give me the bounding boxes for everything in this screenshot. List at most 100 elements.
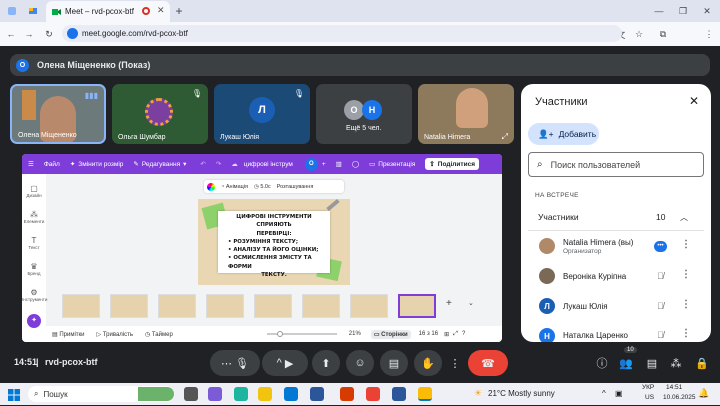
weather-text[interactable]: 21°C Mostly sunny xyxy=(488,389,555,398)
tray-chevron-icon[interactable]: ^ xyxy=(602,389,606,398)
maximize-icon[interactable]: ❐ xyxy=(676,4,690,18)
reload-icon[interactable]: ↻ xyxy=(42,27,56,41)
slide-thumbnail[interactable] xyxy=(62,294,100,318)
bookmark-star-icon[interactable]: ☆ xyxy=(632,27,646,41)
present-screen-button[interactable]: ⬆ xyxy=(312,350,340,376)
fullscreen-icon[interactable]: ⤢ xyxy=(453,331,458,338)
tray-app-icon[interactable]: ▣ xyxy=(615,389,623,398)
word-icon[interactable] xyxy=(310,387,324,401)
more-options-button[interactable]: ⋮ xyxy=(448,350,462,376)
camera-button[interactable]: ^ ▶ xyxy=(262,350,308,376)
doc-title[interactable]: цифрові інструм xyxy=(244,161,293,168)
taskbar-clock-time[interactable]: 14:51 xyxy=(666,384,682,391)
tile-olga[interactable]: 🎙 Ольга Шумбар xyxy=(112,84,208,144)
more-options-bubble-icon[interactable]: ••• xyxy=(654,241,667,252)
chrome-icon[interactable] xyxy=(418,387,432,401)
activities-button[interactable]: ⁂ xyxy=(662,350,690,376)
add-page-icon[interactable]: + xyxy=(446,298,452,309)
more-vert-icon[interactable]: ⋮ xyxy=(681,299,691,310)
notes-button[interactable]: ▤ Примітки xyxy=(52,331,85,338)
brand-tab[interactable]: ♛ Бренд xyxy=(22,262,46,276)
zoom-slider-handle[interactable] xyxy=(276,331,283,337)
close-panel-icon[interactable]: ✕ xyxy=(689,94,699,108)
people-button[interactable]: 👥 10 xyxy=(612,347,640,376)
slide-thumbnail[interactable] xyxy=(350,294,388,318)
search-input[interactable]: Поиск пользователей xyxy=(551,160,641,170)
raise-hand-button[interactable]: ✋ xyxy=(414,350,442,376)
edge-icon[interactable] xyxy=(234,387,248,401)
comments-icon[interactable]: ◯ xyxy=(352,160,359,168)
host-controls-button[interactable]: 🔒 xyxy=(688,350,716,376)
taskbar-search[interactable]: ⌕ Пошук xyxy=(28,386,174,402)
tools-tab[interactable]: ⚙ Інструменти xyxy=(22,288,47,302)
slide-thumbnail[interactable] xyxy=(110,294,148,318)
design-tab[interactable]: ▢ Дизайн xyxy=(22,184,46,198)
close-tab-icon[interactable]: ✕ xyxy=(157,5,165,16)
minimize-icon[interactable]: — xyxy=(652,4,666,18)
microphone-button[interactable]: ⋯ 🎙 xyxy=(210,350,260,376)
canva-menu-icon[interactable]: ☰ xyxy=(28,160,34,168)
help-icon[interactable]: ? xyxy=(462,331,465,337)
grid-view-icon[interactable]: ⊞ xyxy=(444,331,449,338)
tab-group-icon[interactable] xyxy=(26,4,40,18)
new-tab-icon[interactable]: + xyxy=(172,4,186,18)
captions-button[interactable]: ▤ xyxy=(380,350,408,376)
tile-lukash[interactable]: Л 🎙 Лукаш Юлія xyxy=(214,84,310,144)
slide-thumbnail[interactable] xyxy=(254,294,292,318)
slide-text-card[interactable]: ЦИФРОВІ ІНСТРУМЕНТИ СПРИЯЮТЬ ПЕРЕВІРЦІ: … xyxy=(218,211,330,278)
slide-thumbnail[interactable] xyxy=(206,294,244,318)
active-tab[interactable]: Meet – rvd-pcox-btf ✕ xyxy=(46,1,170,22)
site-info-icon[interactable] xyxy=(67,28,78,39)
emoji-button[interactable]: ☺ xyxy=(346,350,374,376)
more-vert-icon[interactable]: ⋮ xyxy=(681,269,691,280)
projects-tab[interactable]: ✦ xyxy=(22,314,46,328)
back-icon[interactable]: ← xyxy=(4,27,18,41)
participant-row[interactable]: Вероніка Куріпна 🎙̸ ⋮ xyxy=(521,262,711,290)
url-field[interactable]: meet.google.com/rvd-pcox-btf xyxy=(62,25,622,42)
elements-tab[interactable]: ⁂ Елементи xyxy=(22,210,46,224)
store-icon[interactable] xyxy=(284,387,298,401)
more-audio-icon[interactable]: ⋯ xyxy=(221,357,232,370)
notifications-icon[interactable]: 🔔 xyxy=(698,388,709,399)
taskbar-clock-date[interactable]: 10.06.2025 xyxy=(663,394,696,401)
participants-group-header[interactable]: Участники 10 ︿ xyxy=(528,204,704,230)
undo-icon[interactable]: ↶ xyxy=(200,160,205,168)
collaborator-avatar[interactable]: О xyxy=(304,157,318,171)
duration-bar-button[interactable]: ▷ Тривалість xyxy=(97,331,133,338)
more-vert-icon[interactable]: ⋮ xyxy=(681,239,691,250)
search-field[interactable]: ⌕ Поиск пользователей xyxy=(528,152,704,177)
cloud-save-icon[interactable]: ☁ xyxy=(231,160,238,168)
redo-icon[interactable]: ↷ xyxy=(216,160,221,168)
tab-menu-icon[interactable] xyxy=(5,4,19,18)
leave-call-button[interactable]: ☎ xyxy=(468,350,508,376)
tile-olena[interactable]: ▮▮▮ Олена Міщененко xyxy=(10,84,106,144)
pages-button[interactable]: ▭ Сторінки xyxy=(370,329,411,339)
slide-thumbnail[interactable] xyxy=(158,294,196,318)
task-view-icon[interactable] xyxy=(184,387,198,401)
file-menu[interactable]: Файл xyxy=(44,161,60,168)
extensions-icon[interactable]: ⧉ xyxy=(656,27,670,41)
file-explorer-icon[interactable] xyxy=(258,387,272,401)
chevron-up-icon[interactable]: ︿ xyxy=(680,212,688,223)
browser-menu-icon[interactable]: ⋮ xyxy=(702,27,716,41)
participant-row[interactable]: Natalia Himera (вы) Организатор ••• ⋮ xyxy=(521,232,711,260)
word-doc-icon[interactable] xyxy=(392,387,406,401)
chevron-up-icon[interactable]: ^ xyxy=(277,357,282,369)
zoom-level[interactable]: 21% xyxy=(349,331,361,337)
color-picker-icon[interactable] xyxy=(207,182,215,191)
mic-off-icon[interactable]: 🎙̸ xyxy=(657,271,664,281)
position-button[interactable]: Розташування xyxy=(277,184,314,190)
opera-icon[interactable] xyxy=(340,387,354,401)
windows-start-icon[interactable] xyxy=(8,388,20,401)
chrome-profile-icon[interactable] xyxy=(366,387,380,401)
timer-button[interactable]: ◷ Таймер xyxy=(145,331,173,338)
slide-thumbnail-selected[interactable] xyxy=(398,294,436,318)
text-tab[interactable]: T Текст xyxy=(22,236,46,250)
language-primary[interactable]: УКР xyxy=(642,384,654,391)
zoom-slider[interactable] xyxy=(266,331,337,337)
duration-button[interactable]: ◷ 5.0с xyxy=(254,184,271,190)
collapse-pages-icon[interactable]: ⌄ xyxy=(468,299,474,307)
editing-dropdown[interactable]: ✎ Редагування ▾ xyxy=(133,160,186,169)
close-window-icon[interactable]: ✕ xyxy=(700,4,714,18)
slide-thumbnail[interactable] xyxy=(302,294,340,318)
